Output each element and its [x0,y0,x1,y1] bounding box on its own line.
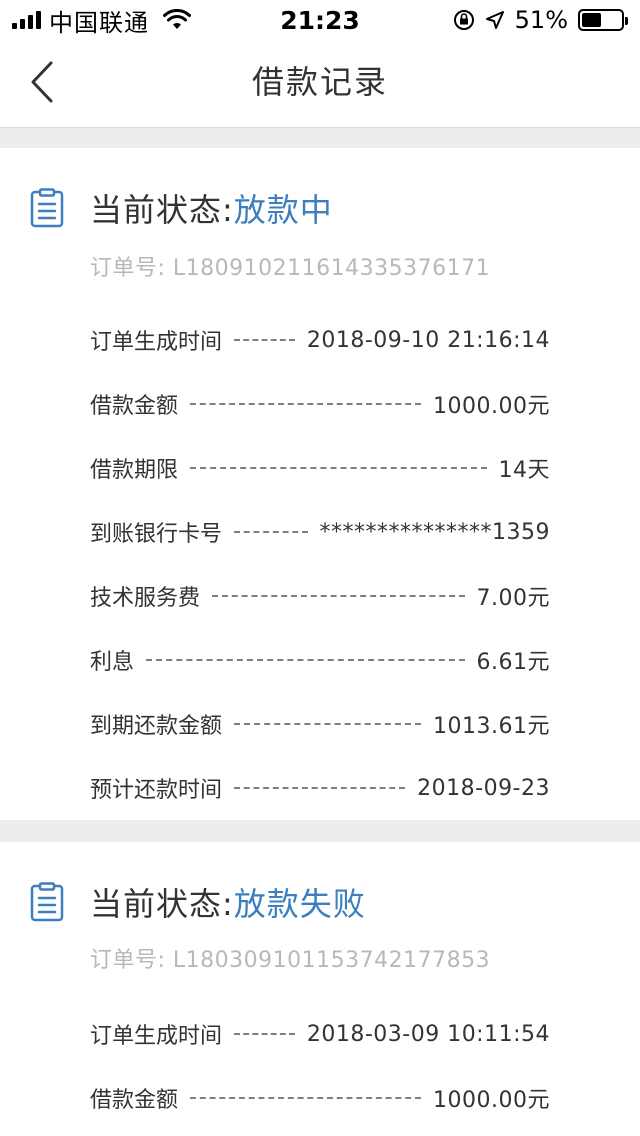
order-number: 订单号: L180309101153742177853 [90,948,491,973]
wifi-icon [163,9,191,29]
detail-value: 14天 [498,458,550,483]
detail-row-created-time: 订单生成时间 2018-03-09 10:11:54 [90,1002,550,1066]
detail-row-loan-amount: 借款金额 1000.00元 [90,1066,550,1130]
status-value: 放款中 [233,191,333,229]
detail-row-service-fee: 技术服务费 7.00元 [90,564,550,628]
detail-value: 1013.61元 [433,714,550,739]
status-value: 放款失败 [233,885,366,923]
status-bar-left: 中国联通 [12,0,191,40]
orientation-lock-icon [453,10,474,30]
dashed-leader [190,403,422,405]
detail-label: 订单生成时间 [90,330,223,355]
detail-label: 订单生成时间 [90,1024,223,1049]
status-label: 当前状态: [90,191,234,229]
detail-label: 到账银行卡号 [90,522,223,547]
page-title: 借款记录 [251,63,388,101]
detail-label: 技术服务费 [90,586,201,611]
battery-icon [578,9,628,31]
carrier-name: 中国联通 [49,8,149,37]
dashed-leader [190,467,487,469]
dashed-leader [234,787,406,789]
dashed-leader [234,531,308,533]
detail-value: 2018-09-23 [417,775,550,801]
loan-record-card: 当前状态: 放款失败 订单号: L180309101153742177853 订… [0,842,640,1136]
status-bar-right: 51% [453,0,628,40]
status-label: 当前状态: [90,885,234,923]
detail-value: 2018-09-10 21:16:14 [306,327,550,353]
detail-value: 1000.00元 [433,394,550,419]
order-number: 订单号: L180910211614335376171 [90,256,491,281]
detail-row-repayment-date: 预计还款时间 2018-09-23 [90,756,550,820]
detail-row-repayment-amount: 到期还款金额 1013.61元 [90,692,550,756]
detail-label: 预计还款时间 [90,778,223,803]
dashed-leader [234,1033,295,1035]
clipboard-icon [30,188,64,228]
dashed-leader [146,659,465,661]
detail-row-loan-term: 借款期限 14天 [90,436,550,500]
record-status-header: 当前状态: 放款失败 [30,880,366,924]
detail-row-loan-amount: 借款金额 1000.00元 [90,372,550,436]
loan-record-card: 当前状态: 放款中 订单号: L180910211614335376171 订单… [0,148,640,820]
detail-value: 2018-03-09 10:11:54 [306,1021,550,1047]
signal-icon [12,11,41,29]
clipboard-icon [30,882,64,922]
detail-value: 6.61元 [476,650,550,675]
detail-value: 1000.00元 [433,1088,550,1113]
battery-percent: 51% [514,6,568,34]
record-details: 订单生成时间 2018-03-09 10:11:54 借款金额 1000.00元 [90,1002,550,1130]
detail-value: ***************1359 [319,519,550,545]
record-status-header: 当前状态: 放款中 [30,186,333,230]
status-bar: 中国联通 21:23 51% [0,0,640,40]
detail-row-created-time: 订单生成时间 2018-09-10 21:16:14 [90,308,550,372]
dashed-leader [212,595,465,597]
record-details: 订单生成时间 2018-09-10 21:16:14 借款金额 1000.00元… [90,308,550,820]
detail-label: 借款金额 [90,394,179,419]
dashed-leader [190,1097,422,1099]
detail-label: 借款期限 [90,458,179,483]
dashed-leader [234,339,295,341]
detail-value: 7.00元 [476,586,550,611]
location-icon [485,11,504,29]
nav-bar: 借款记录 [0,40,640,128]
detail-label: 利息 [90,650,135,675]
detail-row-interest: 利息 6.61元 [90,628,550,692]
detail-row-bank-card: 到账银行卡号 ***************1359 [90,500,550,564]
dashed-leader [234,723,422,725]
detail-label: 借款金额 [90,1088,179,1113]
detail-label: 到期还款金额 [90,714,223,739]
